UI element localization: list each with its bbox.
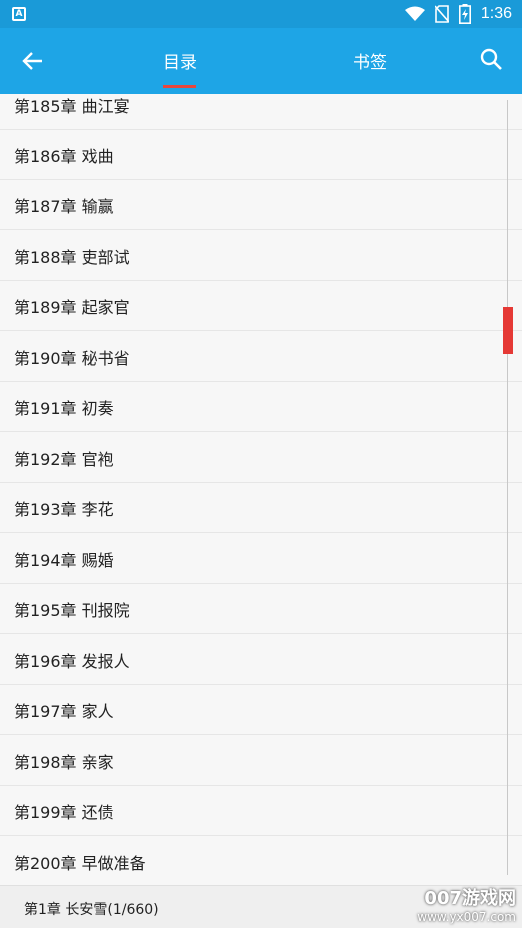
- chapter-title: 第190章 秘书省: [14, 349, 130, 368]
- chapter-title: 第199章 还债: [14, 803, 114, 822]
- tab-selected-indicator: [163, 85, 196, 88]
- search-button[interactable]: [474, 44, 510, 76]
- chapter-title: 第195章 刊报院: [14, 601, 130, 620]
- chapter-row[interactable]: 第195章 刊报院: [0, 584, 522, 634]
- chapter-row[interactable]: 第186章 戏曲: [0, 130, 522, 180]
- watermark-brand: 007游戏网: [424, 888, 516, 909]
- wifi-icon: [404, 6, 425, 21]
- chapter-row[interactable]: 第188章 吏部试: [0, 231, 522, 281]
- tab-table-of-contents[interactable]: 目录: [140, 48, 220, 73]
- chapter-row[interactable]: 第199章 还债: [0, 786, 522, 836]
- chapter-title: 第189章 起家官: [14, 298, 130, 317]
- chapter-title: 第197章 家人: [14, 702, 114, 721]
- arrow-left-icon: [22, 52, 42, 70]
- chapter-title: 第192章 官袍: [14, 450, 114, 469]
- status-bar: A 1:36: [0, 0, 522, 28]
- chapter-row[interactable]: 第191章 初奏: [0, 382, 522, 432]
- chapter-title: 第188章 吏部试: [14, 248, 130, 267]
- chapter-row[interactable]: 第189章 起家官: [0, 281, 522, 331]
- chapter-row[interactable]: 第193章 李花: [0, 483, 522, 533]
- chapter-title: 第191章 初奏: [14, 399, 114, 418]
- watermark-logo: 007游戏网 www.yx007.com: [406, 884, 516, 928]
- chapter-row[interactable]: 第185章 曲江宴: [0, 94, 522, 130]
- back-button[interactable]: [14, 45, 50, 77]
- chapter-title: 第185章 曲江宴: [14, 97, 130, 116]
- battery-charging-icon: [458, 4, 471, 24]
- chapter-row[interactable]: 第198章 亲家: [0, 736, 522, 786]
- search-icon: [480, 48, 502, 70]
- chapter-title: 第186章 戏曲: [14, 147, 114, 166]
- chapter-row[interactable]: 第197章 家人: [0, 685, 522, 735]
- scrollbar-track[interactable]: [507, 100, 508, 875]
- chapter-title: 第193章 李花: [14, 500, 114, 519]
- chapter-row[interactable]: 第187章 输赢: [0, 180, 522, 230]
- chapter-row[interactable]: 第192章 官袍: [0, 433, 522, 483]
- tab-bookmarks[interactable]: 书签: [330, 48, 410, 73]
- chapter-title: 第200章 早做准备: [14, 854, 146, 873]
- chapter-row[interactable]: 第200章 早做准备: [0, 837, 522, 885]
- status-time: 1:36: [480, 5, 512, 22]
- watermark-url: www.yx007.com: [417, 910, 516, 924]
- chapter-row[interactable]: 第190章 秘书省: [0, 332, 522, 382]
- chapter-title: 第187章 输赢: [14, 197, 114, 216]
- chapter-title: 第196章 发报人: [14, 652, 130, 671]
- chapter-row[interactable]: 第196章 发报人: [0, 635, 522, 685]
- chapter-title: 第194章 赐婚: [14, 551, 114, 570]
- scrollbar-thumb[interactable]: [503, 307, 513, 354]
- chapter-title: 第198章 亲家: [14, 753, 114, 772]
- chapter-row[interactable]: 第194章 赐婚: [0, 534, 522, 584]
- app-notification-icon: A: [12, 7, 26, 21]
- current-chapter-label: 第1章 长安雪(1/660): [24, 902, 159, 918]
- chapter-list[interactable]: 第185章 曲江宴 第186章 戏曲 第187章 输赢 第188章 吏部试 第1…: [0, 94, 522, 885]
- app-bar: 目录 书签: [0, 28, 522, 94]
- no-sim-icon: [434, 5, 449, 23]
